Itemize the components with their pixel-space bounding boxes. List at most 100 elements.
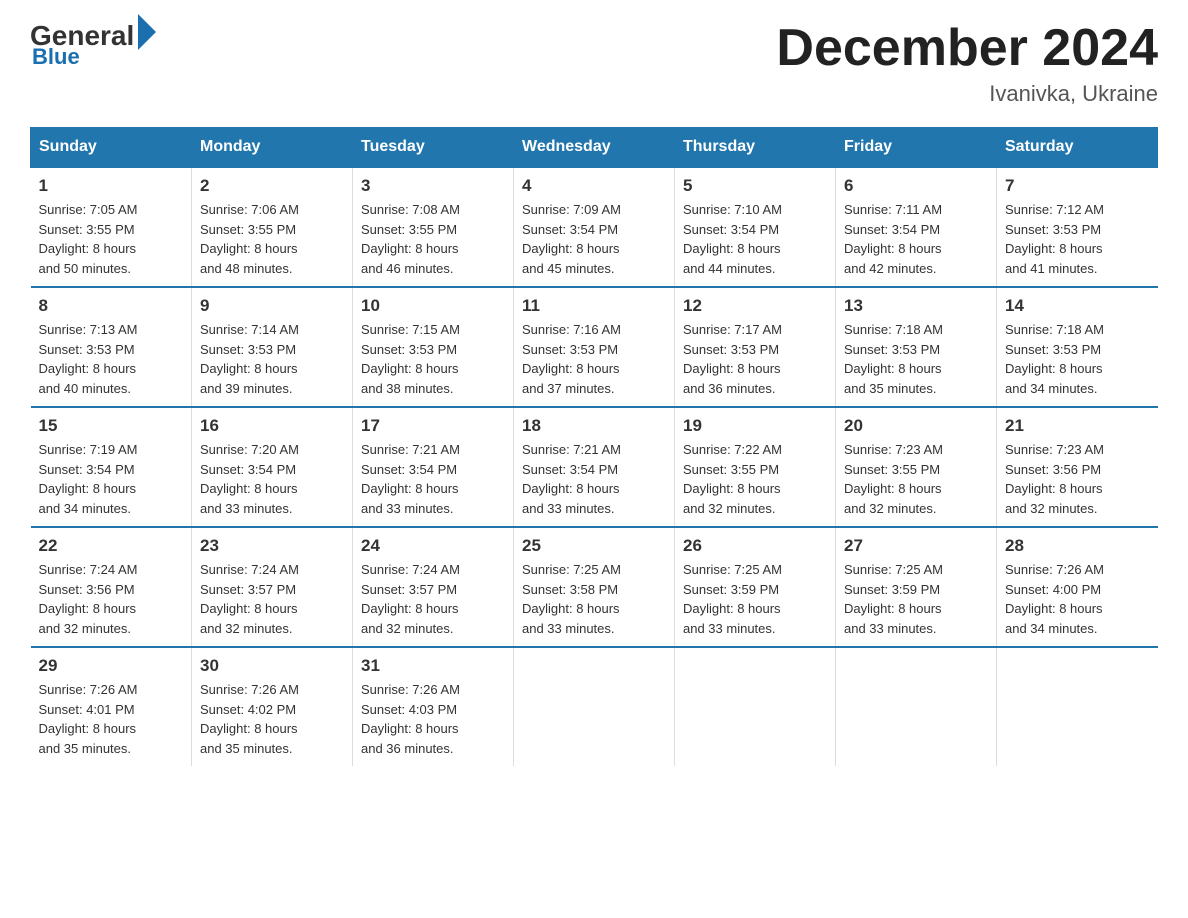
- day-number: 6: [844, 176, 988, 196]
- day-info: Sunrise: 7:21 AMSunset: 3:54 PMDaylight:…: [361, 440, 505, 518]
- header-tuesday: Tuesday: [353, 128, 514, 168]
- day-info: Sunrise: 7:05 AMSunset: 3:55 PMDaylight:…: [39, 200, 184, 278]
- day-number: 9: [200, 296, 344, 316]
- calendar-header-row: SundayMondayTuesdayWednesdayThursdayFrid…: [31, 128, 1158, 168]
- day-info: Sunrise: 7:12 AMSunset: 3:53 PMDaylight:…: [1005, 200, 1150, 278]
- day-number: 21: [1005, 416, 1150, 436]
- day-info: Sunrise: 7:24 AMSunset: 3:57 PMDaylight:…: [200, 560, 344, 638]
- day-number: 27: [844, 536, 988, 556]
- day-info: Sunrise: 7:26 AMSunset: 4:02 PMDaylight:…: [200, 680, 344, 758]
- month-title: December 2024: [776, 20, 1158, 77]
- day-number: 20: [844, 416, 988, 436]
- calendar-cell: 18 Sunrise: 7:21 AMSunset: 3:54 PMDaylig…: [514, 407, 675, 527]
- calendar-cell: [514, 647, 675, 766]
- day-info: Sunrise: 7:25 AMSunset: 3:58 PMDaylight:…: [522, 560, 666, 638]
- day-number: 23: [200, 536, 344, 556]
- calendar-cell: 13 Sunrise: 7:18 AMSunset: 3:53 PMDaylig…: [836, 287, 997, 407]
- calendar-cell: [675, 647, 836, 766]
- calendar-cell: 6 Sunrise: 7:11 AMSunset: 3:54 PMDayligh…: [836, 167, 997, 287]
- day-number: 8: [39, 296, 184, 316]
- logo-blue-text: Blue: [32, 44, 80, 70]
- day-number: 28: [1005, 536, 1150, 556]
- calendar-cell: 19 Sunrise: 7:22 AMSunset: 3:55 PMDaylig…: [675, 407, 836, 527]
- day-number: 5: [683, 176, 827, 196]
- header-monday: Monday: [192, 128, 353, 168]
- calendar-cell: 25 Sunrise: 7:25 AMSunset: 3:58 PMDaylig…: [514, 527, 675, 647]
- day-number: 30: [200, 656, 344, 676]
- calendar-cell: 5 Sunrise: 7:10 AMSunset: 3:54 PMDayligh…: [675, 167, 836, 287]
- calendar-week-1: 1 Sunrise: 7:05 AMSunset: 3:55 PMDayligh…: [31, 167, 1158, 287]
- day-number: 19: [683, 416, 827, 436]
- calendar-cell: 11 Sunrise: 7:16 AMSunset: 3:53 PMDaylig…: [514, 287, 675, 407]
- day-info: Sunrise: 7:24 AMSunset: 3:57 PMDaylight:…: [361, 560, 505, 638]
- day-number: 24: [361, 536, 505, 556]
- day-info: Sunrise: 7:18 AMSunset: 3:53 PMDaylight:…: [844, 320, 988, 398]
- title-block: December 2024 Ivanivka, Ukraine: [776, 20, 1158, 107]
- day-number: 31: [361, 656, 505, 676]
- logo-triangle-icon: [138, 14, 156, 50]
- day-number: 16: [200, 416, 344, 436]
- calendar-week-4: 22 Sunrise: 7:24 AMSunset: 3:56 PMDaylig…: [31, 527, 1158, 647]
- calendar-cell: 20 Sunrise: 7:23 AMSunset: 3:55 PMDaylig…: [836, 407, 997, 527]
- calendar-cell: 7 Sunrise: 7:12 AMSunset: 3:53 PMDayligh…: [997, 167, 1158, 287]
- day-info: Sunrise: 7:23 AMSunset: 3:55 PMDaylight:…: [844, 440, 988, 518]
- calendar-cell: 4 Sunrise: 7:09 AMSunset: 3:54 PMDayligh…: [514, 167, 675, 287]
- calendar-cell: 22 Sunrise: 7:24 AMSunset: 3:56 PMDaylig…: [31, 527, 192, 647]
- day-info: Sunrise: 7:08 AMSunset: 3:55 PMDaylight:…: [361, 200, 505, 278]
- day-info: Sunrise: 7:14 AMSunset: 3:53 PMDaylight:…: [200, 320, 344, 398]
- day-info: Sunrise: 7:06 AMSunset: 3:55 PMDaylight:…: [200, 200, 344, 278]
- header-wednesday: Wednesday: [514, 128, 675, 168]
- day-info: Sunrise: 7:26 AMSunset: 4:00 PMDaylight:…: [1005, 560, 1150, 638]
- day-number: 26: [683, 536, 827, 556]
- calendar-table: SundayMondayTuesdayWednesdayThursdayFrid…: [30, 127, 1158, 766]
- day-info: Sunrise: 7:13 AMSunset: 3:53 PMDaylight:…: [39, 320, 184, 398]
- page-header: General Blue December 2024 Ivanivka, Ukr…: [30, 20, 1158, 107]
- calendar-cell: 24 Sunrise: 7:24 AMSunset: 3:57 PMDaylig…: [353, 527, 514, 647]
- header-sunday: Sunday: [31, 128, 192, 168]
- calendar-cell: [997, 647, 1158, 766]
- calendar-cell: 12 Sunrise: 7:17 AMSunset: 3:53 PMDaylig…: [675, 287, 836, 407]
- calendar-cell: 8 Sunrise: 7:13 AMSunset: 3:53 PMDayligh…: [31, 287, 192, 407]
- calendar-cell: 10 Sunrise: 7:15 AMSunset: 3:53 PMDaylig…: [353, 287, 514, 407]
- day-number: 7: [1005, 176, 1150, 196]
- day-number: 14: [1005, 296, 1150, 316]
- day-info: Sunrise: 7:16 AMSunset: 3:53 PMDaylight:…: [522, 320, 666, 398]
- day-info: Sunrise: 7:11 AMSunset: 3:54 PMDaylight:…: [844, 200, 988, 278]
- day-info: Sunrise: 7:25 AMSunset: 3:59 PMDaylight:…: [683, 560, 827, 638]
- calendar-cell: 9 Sunrise: 7:14 AMSunset: 3:53 PMDayligh…: [192, 287, 353, 407]
- day-info: Sunrise: 7:10 AMSunset: 3:54 PMDaylight:…: [683, 200, 827, 278]
- calendar-week-3: 15 Sunrise: 7:19 AMSunset: 3:54 PMDaylig…: [31, 407, 1158, 527]
- calendar-cell: 14 Sunrise: 7:18 AMSunset: 3:53 PMDaylig…: [997, 287, 1158, 407]
- day-info: Sunrise: 7:25 AMSunset: 3:59 PMDaylight:…: [844, 560, 988, 638]
- day-number: 22: [39, 536, 184, 556]
- day-info: Sunrise: 7:21 AMSunset: 3:54 PMDaylight:…: [522, 440, 666, 518]
- calendar-cell: 23 Sunrise: 7:24 AMSunset: 3:57 PMDaylig…: [192, 527, 353, 647]
- calendar-week-2: 8 Sunrise: 7:13 AMSunset: 3:53 PMDayligh…: [31, 287, 1158, 407]
- calendar-cell: 31 Sunrise: 7:26 AMSunset: 4:03 PMDaylig…: [353, 647, 514, 766]
- day-info: Sunrise: 7:18 AMSunset: 3:53 PMDaylight:…: [1005, 320, 1150, 398]
- calendar-week-5: 29 Sunrise: 7:26 AMSunset: 4:01 PMDaylig…: [31, 647, 1158, 766]
- day-number: 1: [39, 176, 184, 196]
- day-number: 12: [683, 296, 827, 316]
- day-number: 17: [361, 416, 505, 436]
- day-info: Sunrise: 7:17 AMSunset: 3:53 PMDaylight:…: [683, 320, 827, 398]
- calendar-cell: 1 Sunrise: 7:05 AMSunset: 3:55 PMDayligh…: [31, 167, 192, 287]
- location: Ivanivka, Ukraine: [776, 81, 1158, 107]
- day-info: Sunrise: 7:22 AMSunset: 3:55 PMDaylight:…: [683, 440, 827, 518]
- calendar-cell: 27 Sunrise: 7:25 AMSunset: 3:59 PMDaylig…: [836, 527, 997, 647]
- calendar-cell: 17 Sunrise: 7:21 AMSunset: 3:54 PMDaylig…: [353, 407, 514, 527]
- day-info: Sunrise: 7:20 AMSunset: 3:54 PMDaylight:…: [200, 440, 344, 518]
- day-number: 4: [522, 176, 666, 196]
- day-number: 10: [361, 296, 505, 316]
- logo: General Blue: [30, 20, 156, 70]
- header-friday: Friday: [836, 128, 997, 168]
- calendar-cell: 16 Sunrise: 7:20 AMSunset: 3:54 PMDaylig…: [192, 407, 353, 527]
- day-info: Sunrise: 7:15 AMSunset: 3:53 PMDaylight:…: [361, 320, 505, 398]
- day-number: 2: [200, 176, 344, 196]
- day-info: Sunrise: 7:23 AMSunset: 3:56 PMDaylight:…: [1005, 440, 1150, 518]
- day-number: 25: [522, 536, 666, 556]
- calendar-cell: 15 Sunrise: 7:19 AMSunset: 3:54 PMDaylig…: [31, 407, 192, 527]
- calendar-cell: 28 Sunrise: 7:26 AMSunset: 4:00 PMDaylig…: [997, 527, 1158, 647]
- day-number: 3: [361, 176, 505, 196]
- header-saturday: Saturday: [997, 128, 1158, 168]
